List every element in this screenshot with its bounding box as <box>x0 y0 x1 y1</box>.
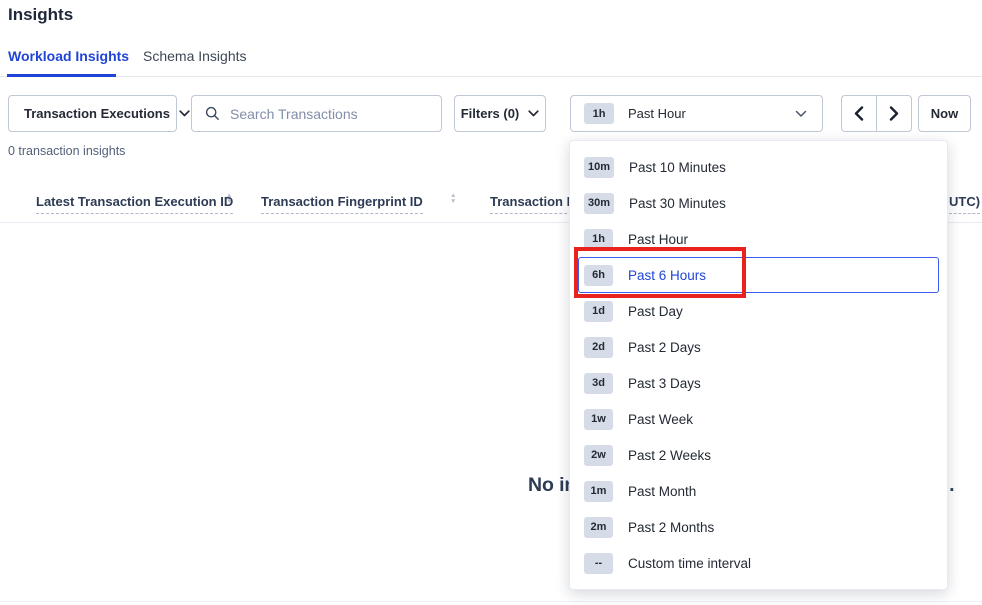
time-dropdown-menu: 10m Past 10 Minutes 30m Past 30 Minutes … <box>569 140 948 590</box>
insights-count: 0 transaction insights <box>8 144 125 158</box>
time-option-label: Past 2 Days <box>628 340 701 355</box>
time-option-label: Past 2 Weeks <box>628 448 711 463</box>
tab-workload-insights[interactable]: Workload Insights <box>8 48 129 64</box>
time-option-label: Past 30 Minutes <box>629 196 726 211</box>
previous-interval-button[interactable] <box>841 95 876 132</box>
insights-page: Insights Workload Insights Schema Insigh… <box>0 0 982 605</box>
chevron-down-icon <box>795 110 807 118</box>
time-option-3d[interactable]: 3d Past 3 Days <box>578 365 939 401</box>
time-option-badge: 1m <box>584 481 613 502</box>
search-icon <box>205 106 220 121</box>
time-option-10m[interactable]: 10m Past 10 Minutes <box>578 149 939 185</box>
time-option-badge: 2w <box>584 445 613 466</box>
time-option-label: Past Week <box>628 412 693 427</box>
workload-type-dropdown[interactable]: Transaction Executions <box>8 95 177 132</box>
time-option-2d[interactable]: 2d Past 2 Days <box>578 329 939 365</box>
active-tab-underline <box>7 74 116 77</box>
time-option-badge: 10m <box>584 157 614 178</box>
time-option-badge: 1h <box>584 229 613 250</box>
time-option-1w[interactable]: 1w Past Week <box>578 401 939 437</box>
time-option-badge: 30m <box>584 193 614 214</box>
filters-label: Filters (0) <box>461 106 520 121</box>
chevron-down-icon <box>179 110 190 117</box>
time-interval-badge: 1h <box>584 103 614 124</box>
time-option-label: Past 3 Days <box>628 376 701 391</box>
time-option-custom[interactable]: -- Custom time interval <box>578 545 939 581</box>
time-option-badge: -- <box>584 553 613 574</box>
time-option-badge: 1w <box>584 409 613 430</box>
time-option-1m[interactable]: 1m Past Month <box>578 473 939 509</box>
time-option-2m[interactable]: 2m Past 2 Months <box>578 509 939 545</box>
next-interval-button[interactable] <box>876 95 912 132</box>
time-option-badge: 2d <box>584 337 613 358</box>
time-option-badge: 6h <box>584 265 613 286</box>
sort-icon[interactable]: ▲▼ <box>450 193 456 205</box>
sort-icon[interactable]: ▲▼ <box>226 193 232 205</box>
column-header-utc-fragment[interactable]: UTC) <box>949 194 980 214</box>
time-interval-label: Past Hour <box>628 106 686 121</box>
now-button[interactable]: Now <box>918 95 971 132</box>
column-header-transaction-fingerprint-id[interactable]: Transaction Fingerprint ID <box>261 194 423 214</box>
bottom-divider <box>0 601 982 602</box>
time-option-1d[interactable]: 1d Past Day <box>578 293 939 329</box>
time-option-label: Past 10 Minutes <box>629 160 726 175</box>
search-input[interactable] <box>230 106 428 122</box>
time-option-badge: 3d <box>584 373 613 394</box>
time-option-30m[interactable]: 30m Past 30 Minutes <box>578 185 939 221</box>
time-option-1h[interactable]: 1h Past Hour <box>578 221 939 257</box>
time-nav-group <box>841 95 912 132</box>
tab-bar: Workload Insights Schema Insights <box>0 45 982 77</box>
search-box[interactable] <box>191 95 442 132</box>
time-option-label: Past Month <box>628 484 696 499</box>
time-option-label: Past Day <box>628 304 683 319</box>
time-interval-dropdown[interactable]: 1h Past Hour <box>570 95 823 132</box>
time-option-6h[interactable]: 6h Past 6 Hours <box>578 257 939 293</box>
time-option-badge: 2m <box>584 517 613 538</box>
angle-right-icon <box>889 106 899 121</box>
workload-type-label: Transaction Executions <box>24 106 170 121</box>
time-option-label: Past Hour <box>628 232 688 247</box>
now-label: Now <box>931 106 958 121</box>
time-option-label: Custom time interval <box>628 556 751 571</box>
page-title: Insights <box>8 5 73 25</box>
time-option-badge: 1d <box>584 301 613 322</box>
column-header-latest-transaction-execution-id[interactable]: Latest Transaction Execution ID <box>36 194 233 214</box>
chevron-down-icon <box>528 110 539 117</box>
time-option-label: Past 2 Months <box>628 520 714 535</box>
tab-schema-insights[interactable]: Schema Insights <box>143 48 247 64</box>
filters-button[interactable]: Filters (0) <box>454 95 546 132</box>
angle-left-icon <box>854 106 864 121</box>
time-option-2w[interactable]: 2w Past 2 Weeks <box>578 437 939 473</box>
time-option-label: Past 6 Hours <box>628 268 706 283</box>
